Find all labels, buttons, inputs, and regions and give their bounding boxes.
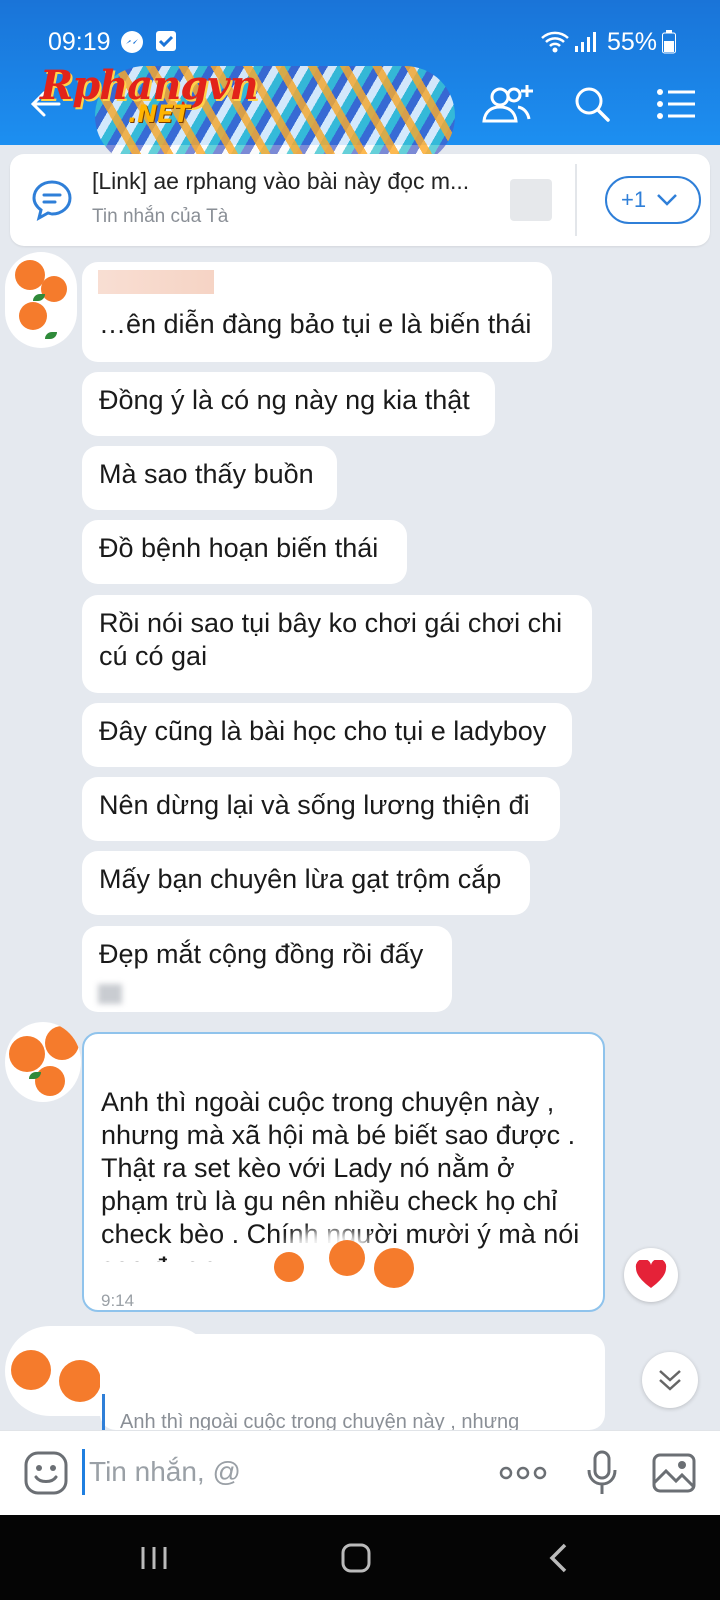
orange-decoration [35,1066,65,1096]
microphone-icon [587,1450,617,1494]
search-button[interactable] [566,78,618,130]
reply-message-bubble[interactable]: Anh thì ngoài cuộc trong chuyện này , nh… [100,1334,605,1433]
reaction-button[interactable] [624,1248,678,1302]
message-text: Đây cũng là bài học cho tụi e ladyboy [99,716,547,746]
message-text: Đồng ý là có ng này ng kia thật [99,385,470,415]
orange-decoration [9,1036,45,1072]
system-back-button[interactable] [528,1533,588,1583]
message-text: Rồi nói sao tụi bây ko chơi gái chơi chi… [99,608,563,671]
message-composer [0,1430,720,1515]
check-notification-icon [155,30,177,57]
voice-button[interactable] [576,1447,628,1499]
message-bubble[interactable]: Đồ bệnh hoạn biến thái [82,520,407,584]
chevron-down-icon [657,194,677,206]
message-bubble[interactable]: Mấy bạn chuyên lừa gạt trộm cắp [82,851,530,915]
orange-decoration [45,1026,79,1060]
leaf-decoration [45,332,57,339]
home-icon [341,1543,371,1573]
emoji-button[interactable] [20,1447,72,1499]
battery-icon [662,30,676,59]
emoji-icon [24,1451,68,1495]
pinned-subtitle: Tin nhắn của Tà [92,206,229,227]
message-text: Mà sao thấy buồn [99,459,314,489]
pinned-message-banner[interactable]: [Link] ae rphang vào bài này đọc m... Ti… [10,154,710,246]
pinned-more-count: +1 [621,187,647,212]
message-text: …ên diễn đàng bảo tụi e là biến thái [99,309,532,339]
message-text: Đồ bệnh hoạn biến thái [99,533,379,563]
chat-bubble-icon [30,178,74,222]
message-bubble[interactable]: …ên diễn đàng bảo tụi e là biến thái [82,262,552,362]
scroll-to-bottom-button[interactable] [642,1352,698,1408]
heart-icon [635,1260,667,1288]
more-dots-icon [499,1466,547,1480]
battery-percent: 55% [607,28,658,56]
orange-sticker [274,1252,304,1282]
message-bubble-highlighted[interactable]: Anh thì ngoài cuộc trong chuyện này , nh… [82,1032,605,1312]
redacted-time [98,984,122,1004]
message-bubble[interactable]: Đây cũng là bài học cho tụi e ladyboy [82,703,572,767]
pinned-title: [Link] ae rphang vào bài này đọc m... [92,168,470,194]
list-menu-icon [657,89,695,119]
more-options-button[interactable] [495,1447,551,1499]
orange-decoration [11,1350,51,1390]
search-icon [575,87,610,122]
sender-name-redacted [98,270,214,294]
message-text: Mấy bạn chuyên lừa gạt trộm cắp [99,864,502,894]
leaf-decoration [33,294,45,301]
recent-apps-icon [141,1547,167,1569]
image-icon [652,1453,696,1493]
message-bubble[interactable]: Đồng ý là có ng này ng kia thật [82,372,495,436]
signal-icon [573,30,597,59]
pinned-more-button[interactable]: +1 [605,176,701,224]
pinned-divider [575,164,577,236]
orange-decoration [41,276,67,302]
message-bubble[interactable]: Mà sao thấy buồn [82,446,337,510]
add-people-icon [482,85,533,123]
orange-decoration [19,302,47,330]
double-chevron-down-icon [659,1370,681,1391]
add-member-button[interactable] [478,78,538,130]
system-nav-bar [0,1515,720,1600]
sender-avatar[interactable] [5,1022,81,1102]
message-time: 9:14 [101,1291,135,1310]
orange-decoration [59,1360,101,1402]
status-bar: 09:19 55% [0,20,720,64]
pinned-thumbnail [510,179,552,221]
chevron-left-icon [549,1543,567,1573]
message-bubble[interactable]: Nên dừng lại và sống lương thiện đi [82,777,560,841]
home-button[interactable] [326,1533,386,1583]
message-text: Đẹp mắt cộng đồng rồi đấy [99,939,424,969]
logo-subtext: .NET [128,100,190,128]
chat-header: Rphangvn .NET [0,62,720,166]
message-input[interactable] [82,1449,462,1495]
message-text: Nên dừng lại và sống lương thiện đi [99,790,530,820]
reply-quote-bar [102,1394,105,1430]
sender-avatar[interactable] [5,252,77,348]
message-bubble[interactable]: Đẹp mắt cộng đồng rồi đấy [82,926,452,1012]
image-button[interactable] [648,1447,700,1499]
orange-sticker [374,1248,414,1288]
orange-sticker [329,1240,365,1276]
wifi-icon [540,30,570,59]
messenger-icon [120,30,144,59]
top-bar: 09:19 55% Rphangvn .NET [0,0,720,166]
status-time: 09:19 [48,28,111,56]
menu-button[interactable] [650,78,702,130]
message-bubble[interactable]: Rồi nói sao tụi bây ko chơi gái chơi chi… [82,595,592,693]
recent-apps-button[interactable] [124,1533,184,1583]
